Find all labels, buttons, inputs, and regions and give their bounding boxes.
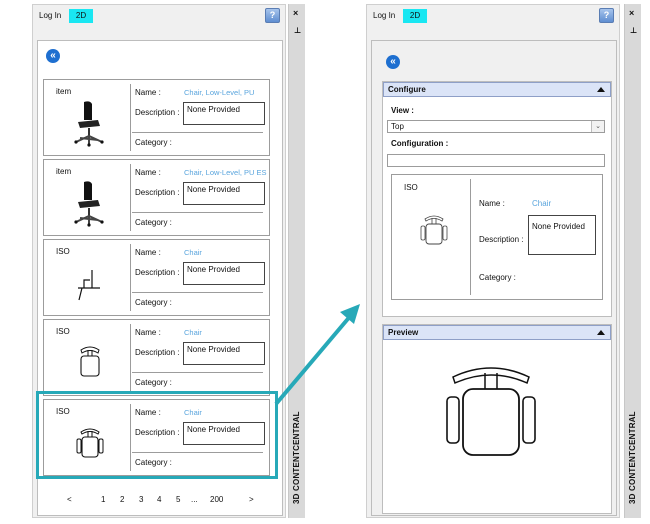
close-icon[interactable]: × xyxy=(629,8,634,18)
tab-log-in[interactable]: Log In xyxy=(373,11,395,20)
left-sidebar: × ⊥ 3D CONTENTCENTRAL xyxy=(288,4,305,518)
preview-header[interactable]: Preview xyxy=(383,325,611,340)
pin-icon[interactable]: ⊥ xyxy=(294,26,301,35)
help-button[interactable]: ? xyxy=(599,8,614,23)
name-value[interactable]: Chair xyxy=(532,199,551,208)
description-box: None Provided xyxy=(183,182,265,205)
name-label: Name : xyxy=(135,88,161,97)
card-kind: item xyxy=(56,167,72,176)
tab-2d[interactable]: 2D xyxy=(403,9,427,23)
tab-log-in[interactable]: Log In xyxy=(39,11,61,20)
category-label: Category : xyxy=(479,273,516,282)
sidebar-title: 3D CONTENTCENTRAL xyxy=(628,411,637,504)
configuration-label: Configuration : xyxy=(391,139,449,148)
back-button[interactable]: « xyxy=(386,55,400,69)
pager-page-5[interactable]: 5 xyxy=(176,495,180,504)
view-label: View : xyxy=(391,106,414,115)
name-value[interactable]: Chair xyxy=(184,328,202,337)
card-divider xyxy=(130,164,131,231)
configure-title: Configure xyxy=(388,85,426,94)
pager-next-button[interactable]: > xyxy=(249,495,254,504)
chair-top-view-icon xyxy=(420,215,448,245)
name-label: Name : xyxy=(479,199,505,208)
chair-3d-icon xyxy=(74,181,104,227)
description-label: Description : xyxy=(135,268,180,277)
right-topbar: Log In 2D ? xyxy=(367,5,619,31)
collapse-icon[interactable] xyxy=(597,87,605,92)
pagination: < 1 2 3 4 5 ... 200 > xyxy=(33,495,285,511)
configuration-field[interactable] xyxy=(387,154,605,167)
pager-ellipsis: ... xyxy=(191,495,198,504)
card-kind: ISO xyxy=(56,327,70,336)
back-button[interactable]: « xyxy=(46,49,60,63)
pager-page-last[interactable]: 200 xyxy=(210,495,223,504)
preview-section: Preview xyxy=(382,324,612,514)
detail-view: « Configure View : Top ⌄ Configuration :… xyxy=(371,40,617,516)
card-kind: ISO xyxy=(404,183,418,192)
category-label: Category : xyxy=(135,218,172,227)
configured-item-card[interactable]: ISO Name : Chair Description : None Prov… xyxy=(391,174,603,300)
card-rule xyxy=(132,132,263,133)
configure-header[interactable]: Configure xyxy=(383,82,611,97)
card-rule xyxy=(132,372,263,373)
card-kind: item xyxy=(56,87,72,96)
description-box: None Provided xyxy=(183,342,265,365)
name-label: Name : xyxy=(135,168,161,177)
card-rule xyxy=(132,212,263,213)
result-card[interactable]: item Name : Chair, Low-Level, PU Descrip… xyxy=(43,79,270,156)
card-divider xyxy=(130,84,131,151)
right-sidebar: × ⊥ 3D CONTENTCENTRAL xyxy=(624,4,641,518)
result-card[interactable]: ISO Name : Chair Description : None Prov… xyxy=(43,319,270,396)
name-label: Name : xyxy=(135,328,161,337)
arrow-connector xyxy=(274,304,360,406)
collapse-icon[interactable] xyxy=(597,330,605,335)
pager-page-2[interactable]: 2 xyxy=(120,495,124,504)
view-select-value: Top xyxy=(391,122,404,131)
description-box: None Provided xyxy=(183,102,265,125)
preview-title: Preview xyxy=(388,328,419,337)
highlight-box xyxy=(36,391,278,479)
pin-icon[interactable]: ⊥ xyxy=(630,26,637,35)
name-value[interactable]: Chair xyxy=(184,248,202,257)
name-value[interactable]: Chair, Low-Level, PU xyxy=(184,88,254,97)
description-box: None Provided xyxy=(528,215,596,255)
result-card[interactable]: item Name : Chair, Low-Level, PU ES Desc… xyxy=(43,159,270,236)
close-icon[interactable]: × xyxy=(293,8,298,18)
view-select[interactable]: Top ⌄ xyxy=(387,120,605,133)
name-label: Name : xyxy=(135,248,161,257)
description-label: Description : xyxy=(135,348,180,357)
chair-preview-drawing xyxy=(446,367,536,456)
sidebar-title: 3D CONTENTCENTRAL xyxy=(292,411,301,504)
chair-3d-icon xyxy=(74,101,104,147)
description-label: Description : xyxy=(135,188,180,197)
pager-prev-button[interactable]: < xyxy=(67,495,72,504)
card-kind: ISO xyxy=(56,247,70,256)
description-label: Description : xyxy=(479,235,524,244)
name-value[interactable]: Chair, Low-Level, PU ES xyxy=(184,168,267,177)
category-label: Category : xyxy=(135,378,172,387)
pager-page-1[interactable]: 1 xyxy=(101,495,105,504)
chair-side-view-icon xyxy=(78,270,100,301)
pager-page-3[interactable]: 3 xyxy=(139,495,143,504)
result-card[interactable]: ISO Name : Chair Description : None Prov… xyxy=(43,239,270,316)
card-divider xyxy=(130,324,131,391)
configure-section: Configure View : Top ⌄ Configuration : I… xyxy=(382,81,612,317)
category-label: Category : xyxy=(135,138,172,147)
description-box: None Provided xyxy=(183,262,265,285)
card-divider xyxy=(470,179,471,295)
help-button[interactable]: ? xyxy=(265,8,280,23)
right-panel: Log In 2D ? « Configure View : Top ⌄ Con… xyxy=(366,4,620,518)
left-topbar: Log In 2D ? xyxy=(33,5,285,31)
chair-front-view-icon xyxy=(80,346,100,377)
card-divider xyxy=(130,244,131,311)
tab-2d[interactable]: 2D xyxy=(69,9,93,23)
description-label: Description : xyxy=(135,108,180,117)
chevron-down-icon[interactable]: ⌄ xyxy=(591,121,604,132)
category-label: Category : xyxy=(135,298,172,307)
card-rule xyxy=(132,292,263,293)
pager-page-4[interactable]: 4 xyxy=(157,495,161,504)
